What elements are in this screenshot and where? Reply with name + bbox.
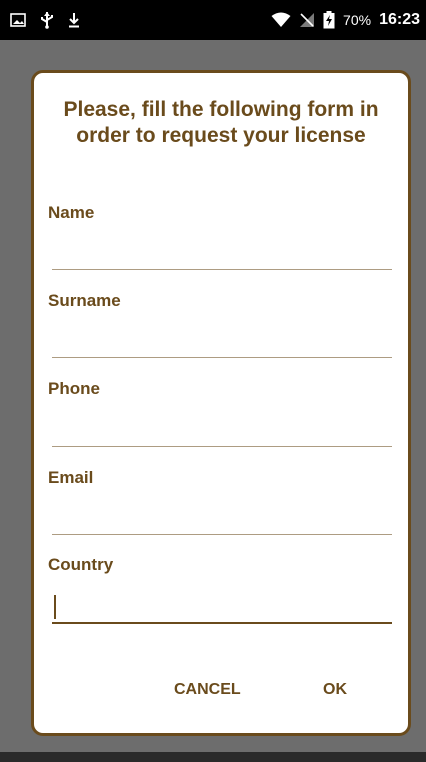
battery-charging-icon [323,11,335,29]
country-field-underline [52,622,392,624]
country-label: Country [48,555,114,574]
email-field[interactable] [52,502,392,530]
bottom-edge [0,752,426,762]
name-field[interactable] [52,237,392,265]
status-bar: 70% 16:23 [0,0,426,40]
name-label: Name [48,203,95,222]
surname-field-underline [52,357,392,358]
email-label: Email [48,468,94,487]
email-field-underline [52,534,392,535]
status-bar-right-icons: 70% 16:23 [271,10,420,30]
cancel-button[interactable]: CANCEL [174,681,241,699]
phone-field[interactable] [52,414,392,442]
name-field-underline [52,269,392,270]
ok-button[interactable]: OK [323,681,347,699]
battery-percentage: 70% [343,12,372,28]
no-sim-icon [299,12,315,28]
usb-icon [40,11,54,29]
image-icon [10,13,26,27]
dialog-title: Please, fill the following form in order… [63,98,379,147]
surname-label: Surname [48,291,121,310]
country-field[interactable] [52,591,392,619]
download-icon [68,12,80,28]
text-cursor [54,595,56,619]
status-bar-left-icons [10,10,80,30]
wifi-icon [271,12,291,28]
phone-label: Phone [48,379,100,398]
clock-time: 16:23 [379,11,420,28]
phone-field-underline [52,446,392,447]
license-request-dialog: Please, fill the following form in order… [31,70,411,736]
surname-field[interactable] [52,325,392,353]
